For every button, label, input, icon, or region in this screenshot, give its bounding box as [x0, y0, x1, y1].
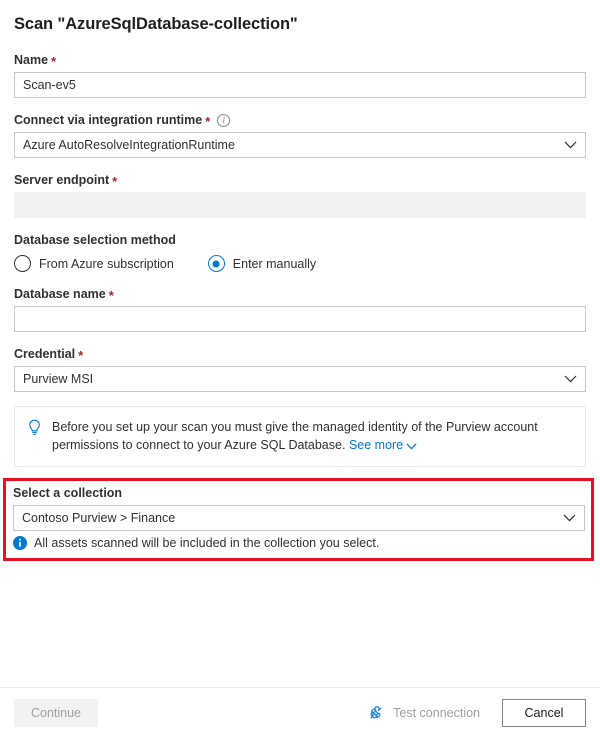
collection-note-text: All assets scanned will be included in t…: [34, 536, 380, 550]
name-label: Name: [14, 53, 49, 67]
required-asterisk: *: [51, 54, 57, 69]
credential-select[interactable]: Purview MSI: [14, 366, 586, 392]
database-name-label: Database name: [14, 287, 106, 301]
field-database-selection-method: Database selection method From Azure sub…: [14, 232, 586, 272]
collection-label: Select a collection: [13, 486, 123, 500]
footer-bar: Continue Test connection Cancel: [0, 688, 600, 738]
credential-label-row: Credential *: [14, 346, 586, 362]
cancel-button[interactable]: Cancel: [502, 699, 586, 727]
credential-select-wrap: Purview MSI: [14, 366, 586, 392]
field-credential: Credential * Purview MSI: [14, 346, 586, 392]
lightbulb-icon: [27, 419, 42, 441]
integration-runtime-label-row: Connect via integration runtime * i: [14, 112, 586, 128]
server-endpoint-label-row: Server endpoint *: [14, 172, 586, 188]
credential-label: Credential: [14, 347, 76, 361]
radio-from-azure-subscription[interactable]: From Azure subscription: [14, 255, 174, 272]
integration-runtime-label: Connect via integration runtime: [14, 113, 203, 127]
banner-text: Before you set up your scan you must giv…: [52, 420, 538, 452]
field-integration-runtime: Connect via integration runtime * i Azur…: [14, 112, 586, 158]
plug-connector-icon: [368, 705, 384, 721]
radio-label: Enter manually: [232, 256, 317, 271]
chevron-down-icon[interactable]: [406, 437, 417, 455]
see-more-link[interactable]: See more: [349, 438, 403, 452]
info-filled-icon: [13, 536, 27, 550]
collection-select[interactable]: Contoso Purview > Finance: [13, 505, 585, 531]
database-name-label-row: Database name *: [14, 286, 586, 302]
database-selection-method-label-text: Database selection method: [14, 233, 176, 247]
server-endpoint-input: [14, 192, 586, 218]
test-connection-button[interactable]: Test connection: [368, 705, 480, 721]
field-name: Name *: [14, 52, 586, 98]
required-asterisk: *: [108, 288, 114, 303]
collection-note-row: All assets scanned will be included in t…: [13, 536, 585, 550]
page-title: Scan "AzureSqlDatabase-collection": [14, 15, 298, 33]
collection-section: Select a collection Contoso Purview > Fi…: [13, 485, 585, 550]
database-selection-method-label: Database selection method: [14, 232, 586, 248]
radio-label: From Azure subscription: [39, 256, 174, 271]
radio-enter-manually[interactable]: Enter manually: [207, 255, 317, 272]
integration-runtime-select-wrap: Azure AutoResolveIntegrationRuntime: [14, 132, 586, 158]
required-asterisk: *: [112, 174, 118, 189]
radio-circle-selected-icon: [207, 255, 225, 272]
database-selection-method-radio-group: From Azure subscription Enter manually: [14, 255, 586, 272]
form-content: Scan "AzureSqlDatabase-collection" Name …: [0, 0, 600, 467]
info-circle-icon[interactable]: i: [217, 113, 231, 127]
name-label-row: Name *: [14, 52, 586, 68]
radio-circle-icon: [14, 255, 31, 272]
scan-dialog-panel: Scan "AzureSqlDatabase-collection" Name …: [0, 0, 600, 738]
required-asterisk: *: [78, 348, 84, 363]
scan-name-input[interactable]: [14, 72, 586, 98]
banner-text-wrap: Before you set up your scan you must giv…: [52, 418, 571, 454]
field-server-endpoint: Server endpoint *: [14, 172, 586, 218]
database-name-input[interactable]: [14, 306, 586, 332]
integration-runtime-select[interactable]: Azure AutoResolveIntegrationRuntime: [14, 132, 586, 158]
permissions-banner: Before you set up your scan you must giv…: [14, 406, 586, 467]
continue-button[interactable]: Continue: [14, 699, 98, 727]
collection-select-wrap: Contoso Purview > Finance: [13, 505, 585, 531]
required-asterisk: *: [205, 114, 211, 129]
field-database-name: Database name *: [14, 286, 586, 332]
test-connection-label: Test connection: [393, 706, 480, 720]
server-endpoint-label: Server endpoint: [14, 173, 110, 187]
